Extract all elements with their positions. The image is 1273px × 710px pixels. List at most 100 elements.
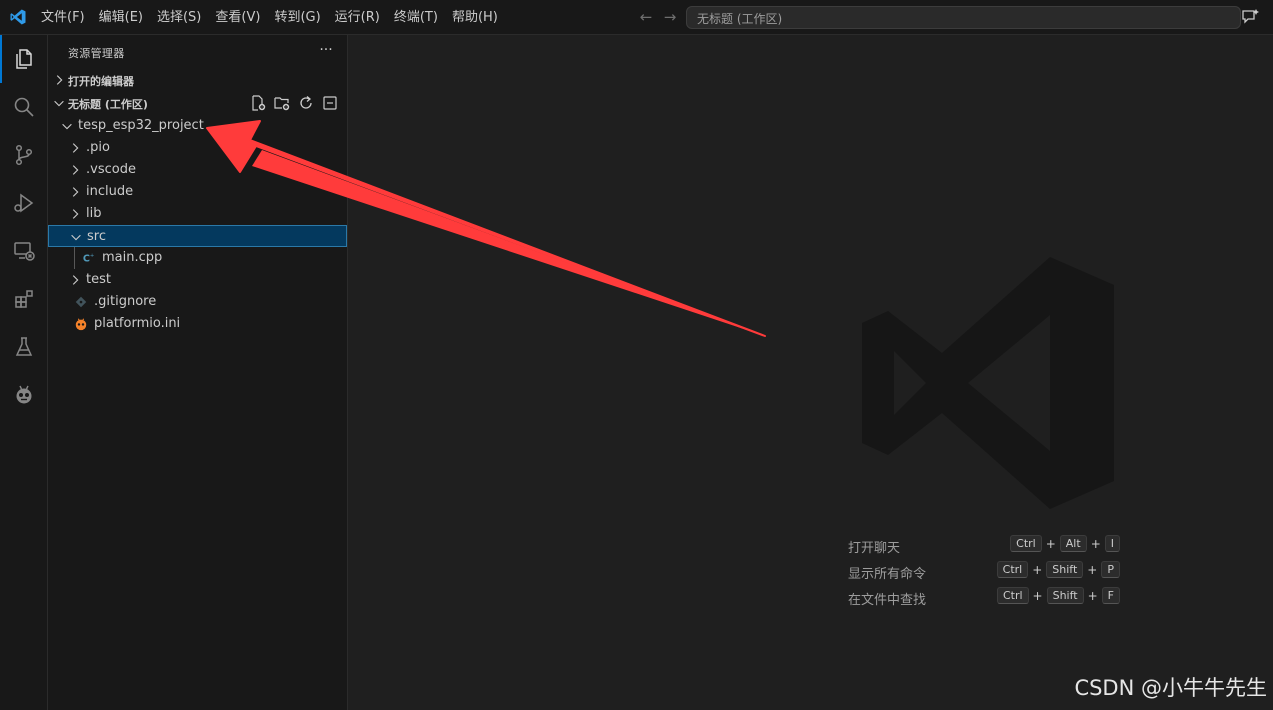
open-editors-label: 打开的编辑器 [68, 75, 134, 88]
files-icon [16, 49, 32, 69]
menu-item[interactable]: 文件(F) [34, 0, 92, 35]
chevron-right-icon [72, 275, 79, 285]
keyboard-key: Shift [1046, 561, 1084, 578]
chevron-right-icon [72, 209, 79, 219]
tree-folder-row[interactable]: include [48, 181, 347, 203]
key-separator: + [1032, 562, 1043, 577]
tree-item-label: test [86, 272, 111, 287]
activity-explorer[interactable] [0, 35, 48, 83]
svg-text:C: C [83, 254, 90, 265]
run-debug-icon [14, 193, 34, 213]
chevron-down-icon [71, 234, 81, 241]
shortcut-label: 显示所有命令 [848, 567, 927, 582]
cpp-file-icon: C + [83, 253, 94, 265]
tree-folder-row[interactable]: src [48, 225, 347, 247]
vscode-watermark-icon [862, 257, 1114, 509]
shortcut-row[interactable]: 打开聊天 Ctrl + Alt + I [848, 535, 1120, 556]
source-control-icon [15, 144, 33, 166]
key-separator: + [1090, 536, 1101, 551]
keyboard-key: F [1101, 587, 1120, 604]
workspace-label: 无标题 (工作区) [68, 98, 148, 111]
chevron-down-icon [62, 123, 72, 130]
chevron-right-icon [56, 75, 63, 85]
tree-folder-row[interactable]: test [48, 269, 347, 291]
key-separator: + [1045, 536, 1056, 551]
shortcut-row[interactable]: 显示所有命令 Ctrl + Shift + P [848, 561, 1120, 582]
shortcut-label: 在文件中查找 [848, 593, 927, 608]
workspace-section[interactable]: 无标题 (工作区) [48, 92, 347, 114]
tree-file-row[interactable]: .gitignore [48, 291, 347, 313]
tree-file-row[interactable]: C + main.cpp [48, 247, 347, 269]
shortcut-keys: Ctrl + Shift + F [996, 587, 1120, 604]
menu-item[interactable]: 转到(G) [267, 0, 327, 35]
tree-file-row[interactable]: platformio.ini [48, 313, 347, 335]
search-icon [14, 97, 34, 117]
title-bar: 文件(F) 编辑(E) 选择(S) 查看(V) 转到(G) 运行(R) 终端(T) 帮助(H)… [0, 0, 1273, 35]
chevron-down-icon [54, 100, 64, 107]
keyboard-key: Ctrl [1010, 535, 1042, 552]
platformio-icon [16, 385, 32, 404]
shortcut-keys: Ctrl + Alt + I [1010, 535, 1120, 552]
tree-folder-row[interactable]: .vscode [48, 159, 347, 181]
arrow-right-icon[interactable]: → [662, 9, 678, 25]
shortcut-keys: Ctrl + Shift + P [996, 561, 1120, 578]
tree-item-label: src [87, 229, 106, 244]
more-actions-icon[interactable]: ··· [316, 41, 336, 61]
key-separator: + [1087, 562, 1098, 577]
menu-item[interactable]: 选择(S) [150, 0, 208, 35]
chevron-right-icon [72, 187, 79, 197]
editor-area: 打开聊天 Ctrl + Alt + I 显示所有命令 Ctrl + Shift + P 在文件中查找 Ct… [348, 35, 1273, 710]
menu-item[interactable]: 编辑(E) [92, 0, 150, 35]
open-editors-section[interactable]: 打开的编辑器 [48, 69, 347, 91]
shortcut-row[interactable]: 在文件中查找 Ctrl + Shift + F [848, 587, 1120, 608]
arrow-left-icon[interactable]: ← [638, 9, 654, 25]
new-file-icon[interactable] [249, 94, 267, 112]
activity-remote-explorer[interactable] [0, 227, 48, 275]
svg-text:+: + [90, 253, 94, 259]
chat-sparkle-icon[interactable] [1240, 8, 1260, 26]
workspace-actions [249, 94, 339, 112]
activity-platformio[interactable] [0, 371, 48, 419]
tree-folder-row[interactable]: tesp_esp32_project [48, 115, 347, 137]
activity-run-debug[interactable] [0, 179, 48, 227]
tree-folder-row[interactable]: lib [48, 203, 347, 225]
git-file-icon [75, 296, 87, 308]
vscode-logo-icon[interactable] [9, 8, 27, 26]
activity-search[interactable] [0, 83, 48, 131]
tree-item-label: main.cpp [102, 250, 163, 265]
keyboard-key: Ctrl [996, 561, 1029, 578]
menu-item[interactable]: 运行(R) [328, 0, 387, 35]
menu-bar: 文件(F) 编辑(E) 选择(S) 查看(V) 转到(G) 运行(R) 终端(T) 帮助(H) [34, 0, 505, 35]
refresh-icon[interactable] [297, 94, 315, 112]
menu-item[interactable]: 查看(V) [208, 0, 267, 35]
menu-item[interactable]: 终端(T) [387, 0, 445, 35]
keyboard-key: Shift [1046, 587, 1084, 604]
command-center[interactable]: 无标题 (工作区) [686, 6, 1241, 29]
chevron-right-icon [72, 143, 79, 153]
explorer-sidebar: 资源管理器 ··· 打开的编辑器 无标题 (工作区) tesp_esp32_pr… [48, 35, 348, 710]
tree-item-label: .gitignore [94, 294, 157, 309]
new-folder-icon[interactable] [273, 94, 291, 112]
tree-item-label: platformio.ini [94, 316, 181, 331]
tree-folder-row[interactable]: .pio [48, 137, 347, 159]
collapse-all-icon[interactable] [321, 94, 339, 112]
keyboard-key: Ctrl [996, 587, 1029, 604]
sidebar-title: 资源管理器 [68, 47, 125, 60]
testing-icon [15, 337, 33, 356]
indent-guide [74, 247, 75, 269]
keyboard-key: Alt [1059, 535, 1087, 552]
activity-testing[interactable] [0, 323, 48, 371]
activity-extensions[interactable] [0, 275, 48, 323]
key-separator: + [1032, 588, 1043, 603]
tree-item-label: include [86, 184, 134, 199]
activity-source-control[interactable] [0, 131, 48, 179]
shortcut-label: 打开聊天 [848, 541, 901, 556]
keyboard-key: I [1104, 535, 1120, 552]
command-center-label: 无标题 (工作区) [697, 12, 783, 26]
menu-item[interactable]: 帮助(H) [445, 0, 505, 35]
keyboard-key: P [1101, 561, 1120, 578]
tree-item-label: .vscode [86, 162, 136, 177]
remote-explorer-icon [14, 242, 35, 261]
credit-watermark: CSDN @小牛牛先生 [1074, 676, 1267, 700]
key-separator: + [1087, 588, 1098, 603]
